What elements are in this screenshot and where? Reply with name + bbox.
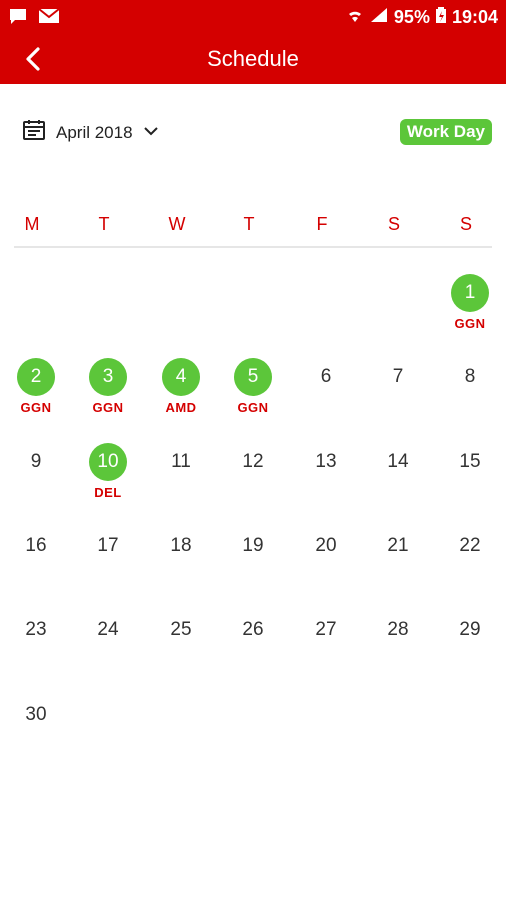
calendar-day[interactable]: 25 bbox=[145, 611, 217, 695]
calendar-day[interactable]: 3 GGN bbox=[72, 358, 144, 442]
weekday-label: S bbox=[387, 214, 400, 234]
day-number: 3 bbox=[89, 358, 127, 396]
calendar-day[interactable]: 19 bbox=[217, 527, 289, 611]
day-number: 9 bbox=[30, 451, 42, 472]
day-number: 8 bbox=[464, 366, 476, 387]
message-notification-icon bbox=[8, 8, 28, 31]
month-label: April 2018 bbox=[56, 122, 133, 142]
day-number: 25 bbox=[170, 619, 192, 640]
weekday-label: M bbox=[24, 214, 40, 234]
day-location-code: GGN bbox=[20, 400, 52, 415]
day-number: 6 bbox=[320, 366, 332, 387]
page-title: Schedule bbox=[207, 46, 299, 71]
day-number: 30 bbox=[25, 704, 47, 725]
day-number: 22 bbox=[459, 535, 481, 556]
calendar-day[interactable]: 7 bbox=[362, 358, 434, 442]
calendar-day[interactable]: 14 bbox=[362, 443, 434, 527]
day-number: 28 bbox=[387, 619, 409, 640]
calendar-day[interactable]: 6 bbox=[290, 358, 362, 442]
calendar-day[interactable]: 10 DEL bbox=[72, 443, 144, 527]
day-number: 26 bbox=[242, 619, 264, 640]
calendar-day[interactable]: 4 AMD bbox=[145, 358, 217, 442]
day-number: 7 bbox=[392, 366, 404, 387]
battery-percent: 95% bbox=[393, 7, 430, 27]
mail-notification-icon bbox=[38, 8, 60, 31]
signal-icon bbox=[370, 7, 388, 28]
day-number: 5 bbox=[234, 358, 272, 396]
calendar-day[interactable]: 16 bbox=[0, 527, 72, 611]
calendar-day[interactable]: 8 bbox=[434, 358, 506, 442]
weekday-header: MTWTFSS bbox=[0, 214, 506, 238]
chevron-down-icon bbox=[143, 124, 159, 142]
day-number: 27 bbox=[315, 619, 337, 640]
day-location-code: GGN bbox=[237, 400, 269, 415]
weekday-label: T bbox=[98, 214, 110, 234]
calendar-day[interactable]: 15 bbox=[434, 443, 506, 527]
day-number: 12 bbox=[242, 451, 264, 472]
calendar-day[interactable]: 29 bbox=[434, 611, 506, 695]
app-bar: Schedule bbox=[0, 36, 506, 84]
calendar-day[interactable]: 24 bbox=[72, 611, 144, 695]
calendar-day[interactable]: 17 bbox=[72, 527, 144, 611]
day-location-code: GGN bbox=[454, 316, 486, 331]
day-location-code: DEL bbox=[94, 485, 122, 500]
weekday-label: T bbox=[243, 214, 255, 234]
day-number: 2 bbox=[17, 358, 55, 396]
day-number: 10 bbox=[89, 443, 127, 481]
wifi-icon bbox=[346, 7, 364, 28]
day-number: 17 bbox=[97, 535, 119, 556]
calendar-day[interactable]: 30 bbox=[0, 696, 72, 780]
weekday-label: F bbox=[316, 214, 328, 234]
day-number: 4 bbox=[162, 358, 200, 396]
calendar-day[interactable]: 12 bbox=[217, 443, 289, 527]
divider bbox=[14, 246, 492, 248]
calendar-day[interactable]: 1 GGN bbox=[434, 274, 506, 358]
day-location-code: GGN bbox=[92, 400, 124, 415]
day-number: 14 bbox=[387, 451, 409, 472]
day-number: 19 bbox=[242, 535, 264, 556]
calendar-day[interactable]: 26 bbox=[217, 611, 289, 695]
work-day-badge[interactable]: Work Day bbox=[399, 119, 492, 145]
day-number: 1 bbox=[451, 274, 489, 312]
day-number: 21 bbox=[387, 535, 409, 556]
day-number: 13 bbox=[315, 451, 337, 472]
calendar-day[interactable]: 11 bbox=[145, 443, 217, 527]
status-bar: 95% 19:04 bbox=[0, 0, 506, 36]
calendar-day[interactable]: 5 GGN bbox=[217, 358, 289, 442]
calendar-day[interactable]: 27 bbox=[290, 611, 362, 695]
calendar-day[interactable]: 22 bbox=[434, 527, 506, 611]
day-number: 29 bbox=[459, 619, 481, 640]
calendar-day[interactable]: 21 bbox=[362, 527, 434, 611]
calendar-day[interactable]: 2 GGN bbox=[0, 358, 72, 442]
month-selector[interactable]: April 2018 bbox=[22, 118, 159, 147]
calendar-day[interactable]: 23 bbox=[0, 611, 72, 695]
day-number: 20 bbox=[315, 535, 337, 556]
calendar-day[interactable]: 13 bbox=[290, 443, 362, 527]
calendar-day[interactable]: 18 bbox=[145, 527, 217, 611]
day-number: 18 bbox=[170, 535, 192, 556]
calendar-icon bbox=[22, 118, 46, 147]
calendar-day[interactable]: 9 bbox=[0, 443, 72, 527]
day-number: 24 bbox=[97, 619, 119, 640]
calendar-day[interactable]: 28 bbox=[362, 611, 434, 695]
day-number: 16 bbox=[25, 535, 47, 556]
day-location-code: AMD bbox=[165, 400, 197, 415]
day-number: 23 bbox=[25, 619, 47, 640]
day-number: 15 bbox=[459, 451, 481, 472]
clock: 19:04 bbox=[451, 7, 498, 27]
weekday-label: S bbox=[459, 214, 472, 234]
battery-icon bbox=[435, 7, 446, 28]
weekday-label: W bbox=[168, 214, 186, 234]
day-number: 11 bbox=[171, 451, 191, 472]
calendar-day[interactable]: 20 bbox=[290, 527, 362, 611]
